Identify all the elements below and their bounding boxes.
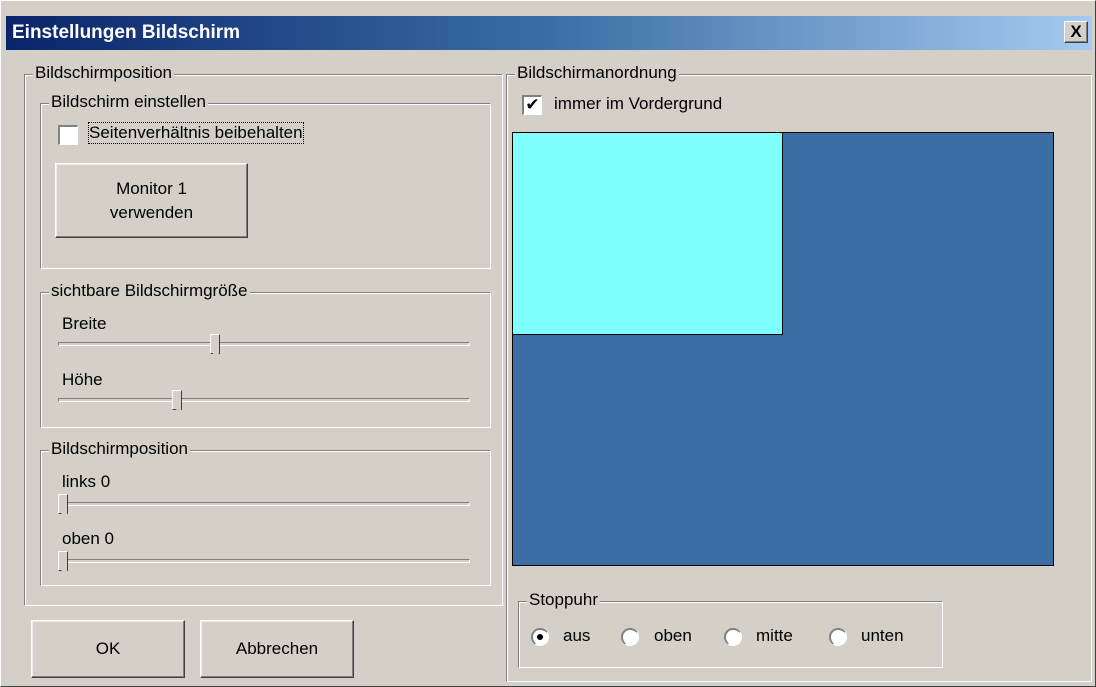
slider-thumb[interactable] [209, 334, 220, 354]
use-monitor-1-button[interactable]: Monitor 1 verwenden [55, 163, 248, 238]
keep-aspect-label[interactable]: Seitenverhältnis beibehalten [88, 122, 304, 144]
group-title: Stoppuhr [527, 590, 600, 610]
left-slider[interactable] [58, 494, 470, 514]
close-button[interactable]: X [1064, 21, 1088, 43]
stopwatch-radio-aus[interactable] [531, 628, 549, 646]
stopwatch-option-label: unten [861, 626, 904, 645]
slider-track [63, 559, 470, 563]
left-label: links 0 [62, 472, 111, 491]
close-icon: X [1070, 22, 1082, 41]
group-title: Bildschirmanordnung [515, 63, 679, 83]
cancel-button-label: Abbrechen [235, 639, 319, 658]
ok-button-label: OK [95, 639, 121, 658]
slider-thumb[interactable] [58, 551, 68, 571]
cancel-button[interactable]: Abbrechen [200, 620, 354, 678]
group-title: Bildschirmposition [49, 439, 190, 459]
screen-arrangement-area[interactable] [512, 132, 1054, 566]
window-title: Einstellungen Bildschirm [12, 22, 241, 43]
stopwatch-radio-oben[interactable] [621, 628, 639, 646]
width-slider[interactable] [58, 334, 470, 354]
slider-thumb[interactable] [172, 390, 183, 410]
stopwatch-option-label: mitte [756, 626, 793, 645]
checkmark-icon: ✔ [525, 95, 540, 114]
title-bar[interactable]: Einstellungen Bildschirm X [6, 16, 1092, 50]
stopwatch-radio-unten[interactable] [829, 628, 847, 646]
group-title: Bildschirmposition [33, 63, 174, 83]
group-title: Bildschirm einstellen [49, 92, 208, 112]
top-slider[interactable] [58, 551, 470, 571]
button-line: Monitor 1 [116, 178, 187, 198]
button-line: verwenden [109, 202, 194, 222]
slider-track [58, 398, 470, 402]
always-on-top-checkbox[interactable]: ✔ [522, 95, 542, 115]
stopwatch-radio-mitte[interactable] [724, 628, 742, 646]
top-label: oben 0 [62, 529, 114, 548]
window-preview-rect[interactable] [513, 133, 783, 335]
slider-track [63, 502, 470, 506]
always-on-top-label: immer im Vordergrund [554, 94, 723, 113]
ok-button[interactable]: OK [31, 620, 185, 678]
slider-track [58, 342, 470, 346]
radio-selected-dot [537, 634, 543, 640]
settings-dialog: Einstellungen Bildschirm X Bildschirmpos… [0, 0, 1096, 687]
width-label: Breite [62, 314, 107, 333]
stopwatch-option-label: aus [563, 626, 591, 645]
group-title: sichtbare Bildschirmgröße [49, 281, 250, 301]
keep-aspect-checkbox[interactable] [58, 125, 78, 145]
stopwatch-option-label: oben [654, 626, 692, 645]
height-label: Höhe [62, 370, 103, 389]
slider-thumb[interactable] [58, 494, 68, 514]
height-slider[interactable] [58, 390, 470, 410]
